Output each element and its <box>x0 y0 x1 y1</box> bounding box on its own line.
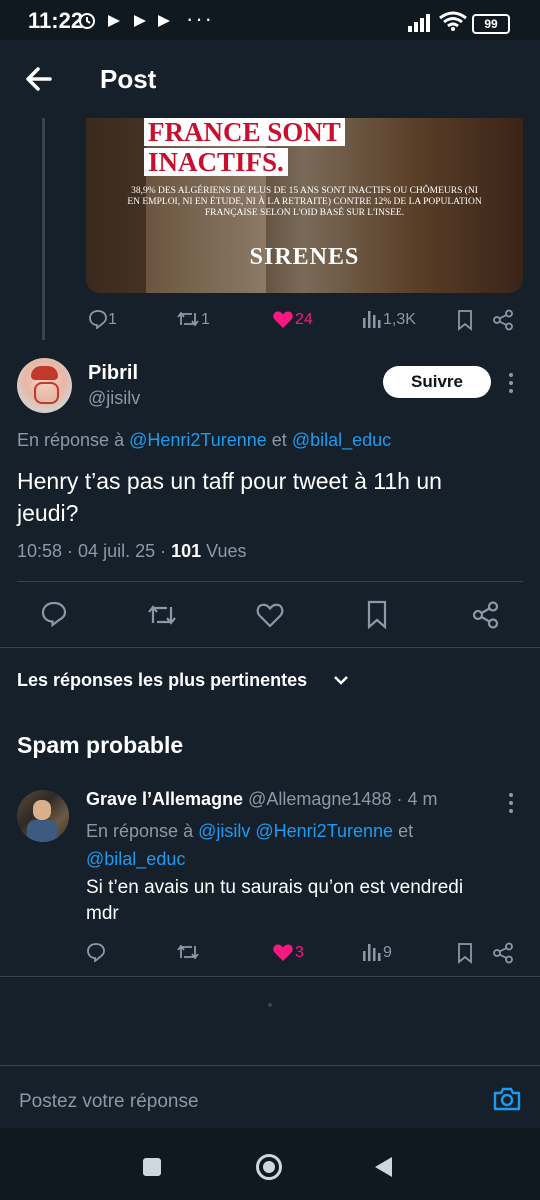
reply-text: Si t’en avais un tu saurais qu’on est ve… <box>86 875 463 927</box>
avatar-hair <box>31 366 58 380</box>
image-brand-logo: SIRENES <box>249 244 360 270</box>
share-icon[interactable] <box>492 309 514 331</box>
back-button[interactable] <box>372 1155 394 1179</box>
tweet-text: Henry t’as pas un taff pour tweet à 11h … <box>17 468 442 526</box>
reply-icon[interactable] <box>40 600 68 628</box>
signal-icon <box>408 14 430 32</box>
home-button[interactable] <box>256 1154 282 1180</box>
reply-input[interactable] <box>17 1086 461 1118</box>
reply-header: Grave l’Allemagne @Allemagne1488 · 4 m <box>86 789 438 809</box>
divider <box>17 581 523 582</box>
views-icon[interactable] <box>362 943 382 961</box>
reply-text-line: Si t’en avais un tu saurais qu’on est ve… <box>86 877 464 898</box>
reply-text-line: mdr <box>86 903 119 924</box>
system-nav-bar <box>0 1128 540 1200</box>
image-headline-2: INACTIFS. <box>144 148 288 176</box>
like-filled-icon[interactable] <box>272 942 294 962</box>
tweet-views-count: 101 <box>171 541 202 561</box>
tweet-time: 10:58 <box>17 541 63 561</box>
image-body-line: EN EMPLOI, NI EN ÉTUDE, NI À LA RETRAITE… <box>127 197 482 207</box>
bookmark-icon[interactable] <box>366 600 388 630</box>
mention-link[interactable]: @bilal_educ <box>86 849 185 869</box>
tweet-meta: 10:58 · 04 juil. 25 · 101 Vues <box>17 541 247 561</box>
chevron-down-icon[interactable] <box>333 675 349 687</box>
like-icon[interactable] <box>256 602 284 628</box>
retweet-icon[interactable] <box>176 309 200 329</box>
divider <box>0 976 540 977</box>
avatar-face <box>33 800 51 820</box>
mention-link[interactable]: @Henri2Turenne <box>129 430 267 450</box>
divider <box>0 647 540 648</box>
image-body-line: 38,9% DES ALGÉRIENS DE PLUS DE 15 ANS SO… <box>131 186 478 196</box>
views-count: 9 <box>383 944 392 961</box>
tweet-media-image[interactable]: FRANCE SONT INACTIFS. 38,9% DES ALGÉRIEN… <box>86 118 523 293</box>
mention-link[interactable]: @bilal_educ <box>292 430 391 450</box>
reply-count: 1 <box>108 311 117 328</box>
bookmark-icon[interactable] <box>456 309 474 331</box>
reply-context: En réponse à @Henri2Turenne et @bilal_ed… <box>17 430 391 451</box>
sort-replies-dropdown[interactable]: Les réponses les plus pertinentes <box>17 670 307 691</box>
views-icon[interactable] <box>362 310 382 328</box>
section-heading: Spam probable <box>17 732 184 758</box>
reply-icon[interactable] <box>88 309 108 329</box>
loading-dot <box>268 1003 272 1007</box>
notification-icons <box>79 13 170 29</box>
share-icon[interactable] <box>492 942 514 964</box>
sort-label: Les réponses les plus pertinentes <box>17 670 308 690</box>
reply-avatar[interactable] <box>17 790 69 842</box>
author-name[interactable]: Pibril <box>88 362 138 385</box>
reply-context: En réponse à @jisilv @Henri2Turenne et @… <box>86 817 516 873</box>
reply-and: et <box>271 430 287 450</box>
reply-and: et <box>398 821 414 841</box>
reply-prefix: En réponse à <box>86 821 194 841</box>
more-notifications-icon: ··· <box>186 6 214 31</box>
more-options-icon[interactable] <box>506 792 516 814</box>
back-arrow-icon[interactable] <box>24 64 54 94</box>
reply-age: 4 m <box>407 789 438 809</box>
reply-composer <box>0 1065 540 1128</box>
camera-icon[interactable] <box>492 1086 522 1112</box>
like-count: 24 <box>295 311 313 328</box>
reply-prefix: En réponse à <box>17 430 125 450</box>
author-handle[interactable]: @jisilv <box>88 388 140 409</box>
prev-tweet-actions: 1 1 24 1,3K <box>86 306 526 332</box>
page-title: Post <box>100 64 157 94</box>
mention-link[interactable]: @Henri2Turenne <box>255 821 393 841</box>
bookmark-icon[interactable] <box>456 942 474 964</box>
reply-icon[interactable] <box>86 942 106 962</box>
reply-author-handle[interactable]: @Allemagne1488 <box>248 789 391 809</box>
share-icon[interactable] <box>472 601 500 629</box>
avatar-face <box>34 382 59 404</box>
avatar-body <box>27 820 57 842</box>
like-filled-icon[interactable] <box>272 309 294 329</box>
views-count: 1,3K <box>383 311 416 328</box>
image-body-text: 38,9% DES ALGÉRIENS DE PLUS DE 15 ANS SO… <box>86 186 523 219</box>
tweet-date[interactable]: 04 juil. 25 <box>78 541 155 561</box>
thread-line <box>42 118 45 340</box>
status-time: 11:22 <box>28 8 84 33</box>
retweet-icon[interactable] <box>146 602 178 628</box>
home-button-core <box>263 1161 275 1173</box>
recents-button[interactable] <box>143 1158 161 1176</box>
avatar[interactable] <box>17 358 72 413</box>
image-headline-1: FRANCE SONT <box>144 118 345 146</box>
mention-link[interactable]: @jisilv <box>198 821 250 841</box>
like-count: 3 <box>295 944 304 961</box>
follow-button[interactable]: Suivre <box>383 366 491 398</box>
battery-icon: 99 <box>472 14 510 34</box>
wifi-icon <box>439 11 467 31</box>
tweet-views-label: Vues <box>206 541 247 561</box>
reply-author-name[interactable]: Grave l’Allemagne <box>86 789 243 809</box>
status-bar: 11:22 ··· 99 <box>0 0 540 40</box>
image-body-line: FRANÇAISE SELON L'OID BASÉ SUR L'INSEE. <box>204 208 405 218</box>
more-options-icon[interactable] <box>506 372 516 394</box>
retweet-count: 1 <box>201 311 210 328</box>
retweet-icon[interactable] <box>176 942 200 962</box>
